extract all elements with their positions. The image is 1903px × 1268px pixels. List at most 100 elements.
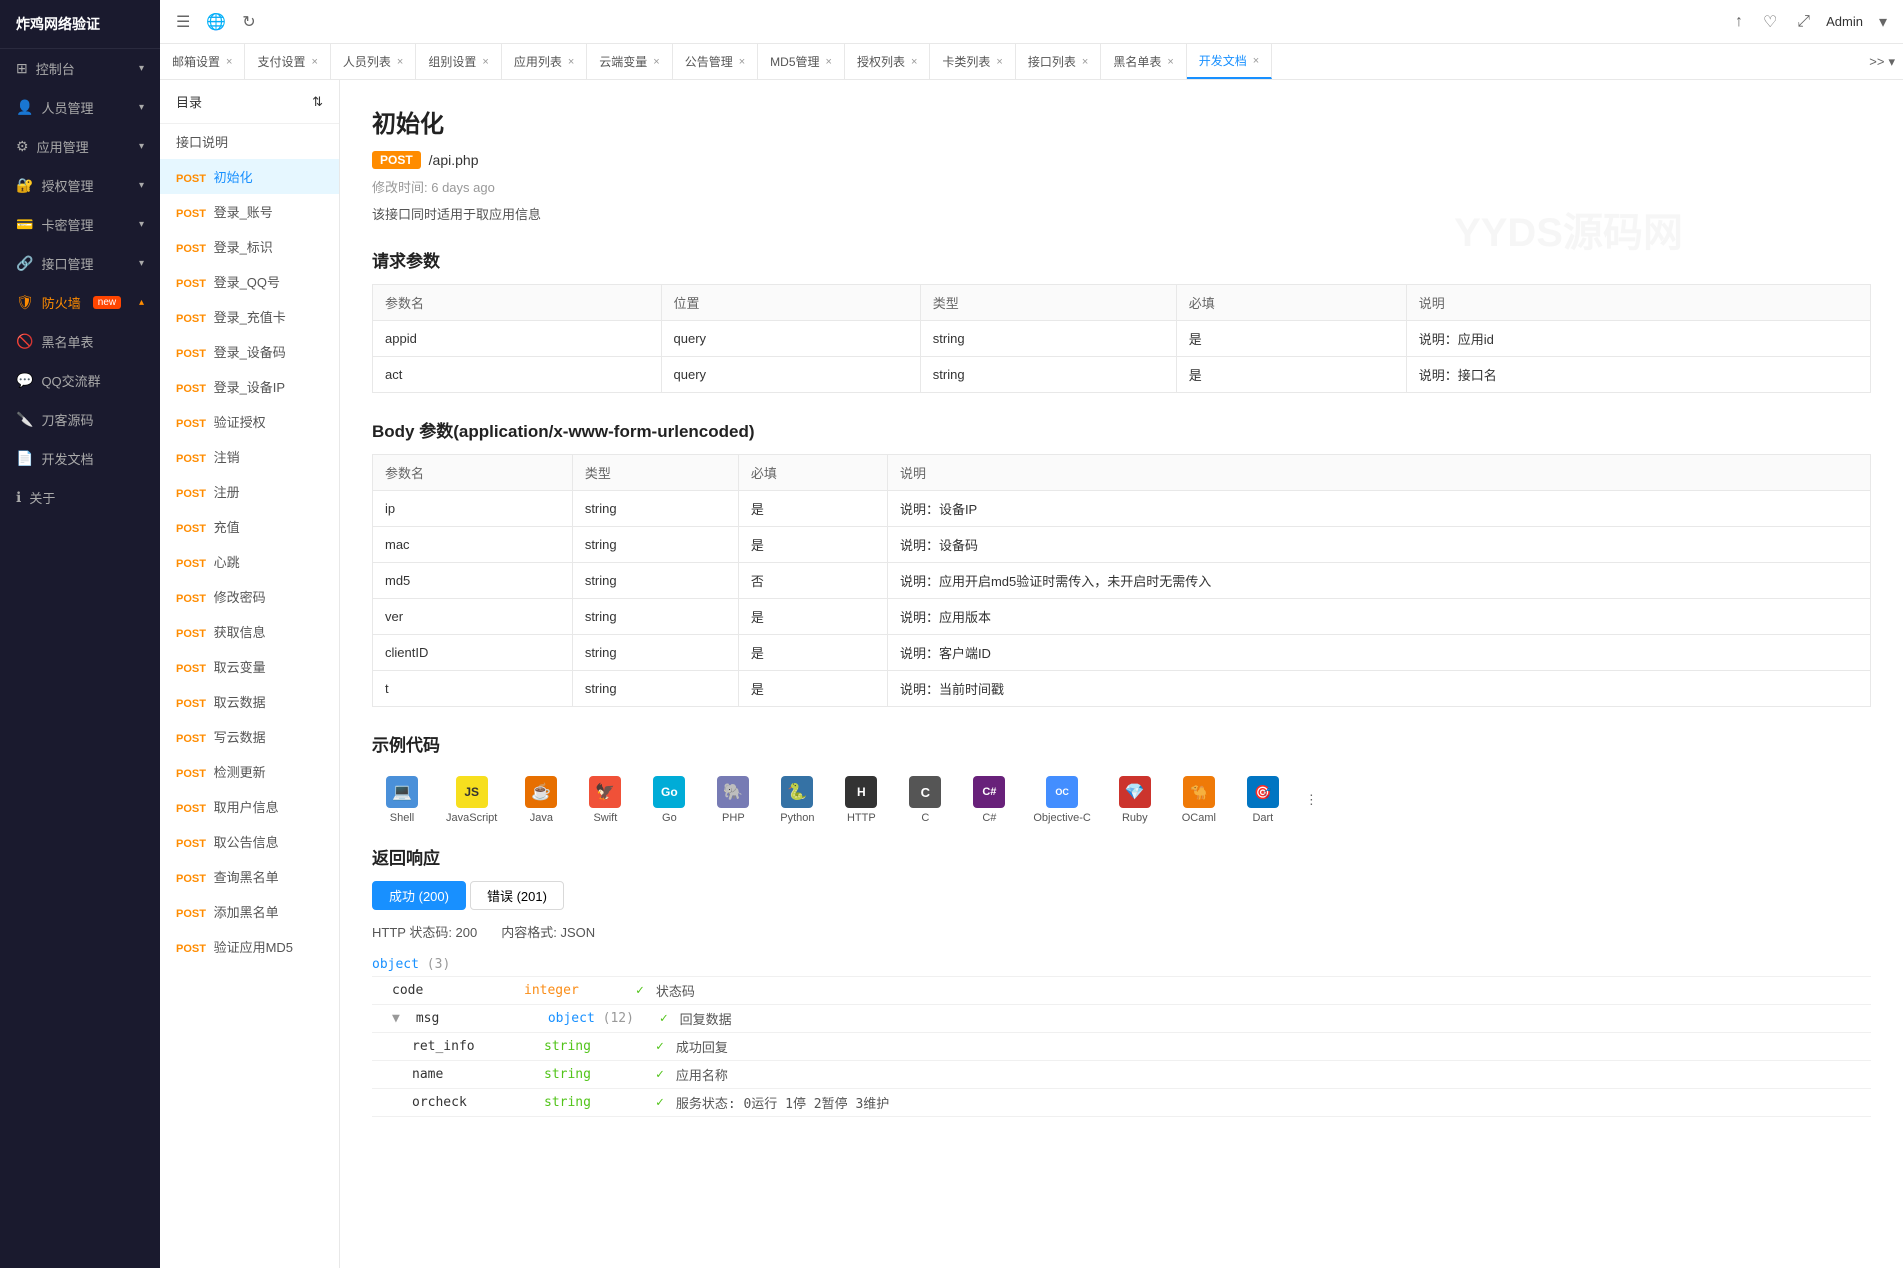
code-lang-go[interactable]: Go Go [639,768,699,832]
tab-announce[interactable]: 公告管理 × [673,44,758,79]
code-lang-objc[interactable]: OC Objective-C [1023,768,1100,832]
tab-close-announce[interactable]: × [739,56,745,68]
code-lang-dart[interactable]: 🎯 Dart [1233,768,1293,832]
doc-menu-get-user-info[interactable]: POST 取用户信息 [160,789,339,824]
doc-menu-api-desc[interactable]: 接口说明 [160,124,339,159]
field-desc: 状态码 [656,981,695,1000]
doc-menu-login-mark[interactable]: POST 登录_标识 [160,229,339,264]
bell-icon[interactable]: ♡ [1759,8,1781,36]
sidebar-item-dev-docs[interactable]: 📄 开发文档 [0,439,160,478]
param-name: clientID [373,635,573,671]
doc-menu-login-deviceip[interactable]: POST 登录_设备IP [160,369,339,404]
tab-close-blacklist2[interactable]: × [1167,56,1173,68]
sidebar-item-firewall[interactable]: 🛡 防火墙 new ▴ [0,283,160,322]
tab-close-auth[interactable]: × [911,56,917,68]
field-name: ret_info [412,1039,532,1054]
tab-email[interactable]: 邮箱设置 × [160,44,245,79]
code-lang-ruby[interactable]: 💎 Ruby [1105,768,1165,832]
code-lang-http[interactable]: H HTTP [831,768,891,832]
resp-tab-error[interactable]: 错误 (201) [470,881,564,910]
code-lang-ocaml[interactable]: 🐪 OCaml [1169,768,1229,832]
tab-close-group[interactable]: × [482,56,488,68]
sidebar-item-blacklist[interactable]: 🚫 黑名单表 [0,322,160,361]
doc-menu-login-card[interactable]: POST 登录_充值卡 [160,299,339,334]
code-lang-c[interactable]: C C [895,768,955,832]
doc-menu-query-blacklist[interactable]: POST 查询黑名单 [160,859,339,894]
more-langs-button[interactable]: ⋮ [1297,784,1326,816]
toc-icon[interactable]: ⇅ [312,94,323,110]
tab-applist[interactable]: 应用列表 × [502,44,587,79]
tab-close-email[interactable]: × [226,56,232,68]
param-name: act [373,357,662,393]
sidebar-item-user-mgmt[interactable]: 👤 人员管理 ▾ [0,88,160,127]
tab-auth[interactable]: 授权列表 × [845,44,930,79]
sidebar-item-app-mgmt[interactable]: ⚙ 应用管理 ▾ [0,127,160,166]
dropdown-icon[interactable]: ▾ [1875,8,1891,36]
tab-devdocs[interactable]: 开发文档 × [1187,44,1272,79]
sidebar-item-dashboard[interactable]: ⊞ 控制台 ▾ [0,49,160,88]
tab-md5[interactable]: MD5管理 × [758,44,845,79]
doc-menu-login-qq[interactable]: POST 登录_QQ号 [160,264,339,299]
doc-menu-login-device[interactable]: POST 登录_设备码 [160,334,339,369]
doc-menu-verify-md5[interactable]: POST 验证应用MD5 [160,929,339,964]
menu-icon[interactable]: ☰ [172,8,194,36]
doc-menu-recharge[interactable]: POST 充值 [160,509,339,544]
tab-blacklist2[interactable]: 黑名单表 × [1101,44,1186,79]
tab-close-cloudvar[interactable]: × [653,56,659,68]
doc-menu-write-cloud[interactable]: POST 写云数据 [160,719,339,754]
doc-menu-login-account[interactable]: POST 登录_账号 [160,194,339,229]
doc-menu-get-announce[interactable]: POST 取公告信息 [160,824,339,859]
code-lang-java[interactable]: ☕ Java [511,768,571,832]
tab-close-devdocs[interactable]: × [1253,55,1259,67]
sidebar-item-auth-mgmt[interactable]: 🔐 授权管理 ▾ [0,166,160,205]
doc-menu-check-update[interactable]: POST 检测更新 [160,754,339,789]
resp-tab-success[interactable]: 成功 (200) [372,881,466,910]
resp-row-orcheck: orcheck string ✓ 服务状态: 0运行 1停 2暂停 3维护 [372,1089,1871,1117]
tab-staff[interactable]: 人员列表 × [331,44,416,79]
doc-menu-init[interactable]: POST 初始化 [160,159,339,194]
lang-label: Swift [593,812,617,824]
tab-close-apilist[interactable]: × [1082,56,1088,68]
globe-icon[interactable]: 🌐 [202,8,230,36]
doc-menu-change-pwd[interactable]: POST 修改密码 [160,579,339,614]
sidebar-item-card-mgmt[interactable]: 💳 卡密管理 ▾ [0,205,160,244]
tab-cardtype[interactable]: 卡类列表 × [930,44,1015,79]
param-type: string [920,321,1176,357]
upload-icon[interactable]: ↑ [1731,9,1747,35]
admin-label[interactable]: Admin [1826,14,1863,29]
doc-menu-get-cloud[interactable]: POST 取云变量 [160,649,339,684]
tab-close-payment[interactable]: × [311,56,317,68]
collapse-toggle[interactable]: ▼ [392,1011,400,1026]
doc-menu-logout[interactable]: POST 注销 [160,439,339,474]
toc-label: 目录 [176,92,202,111]
sidebar-item-source-code[interactable]: 🔪 刀客源码 [0,400,160,439]
code-lang-swift[interactable]: 🦅 Swift [575,768,635,832]
doc-menu-get-info[interactable]: POST 获取信息 [160,614,339,649]
code-lang-shell[interactable]: 💻 Shell [372,768,432,832]
doc-menu-get-cloud-data[interactable]: POST 取云数据 [160,684,339,719]
tab-close-md5[interactable]: × [826,56,832,68]
sidebar-item-qq-group[interactable]: 💬 QQ交流群 [0,361,160,400]
sidebar-item-about[interactable]: ℹ 关于 [0,478,160,517]
code-lang-python[interactable]: 🐍 Python [767,768,827,832]
expand-icon[interactable]: ⤢ [1793,9,1814,35]
doc-menu-heartbeat[interactable]: POST 心跳 [160,544,339,579]
tab-close-applist[interactable]: × [568,56,574,68]
field-desc: 服务状态: 0运行 1停 2暂停 3维护 [676,1093,889,1112]
tab-cloudvar[interactable]: 云端变量 × [587,44,672,79]
doc-menu-verify-auth[interactable]: POST 验证授权 [160,404,339,439]
code-lang-php[interactable]: 🐘 PHP [703,768,763,832]
tabs-nav-forward[interactable]: >> [1869,54,1884,69]
tab-apilist[interactable]: 接口列表 × [1016,44,1101,79]
doc-menu-register[interactable]: POST 注册 [160,474,339,509]
code-lang-csharp[interactable]: C# C# [959,768,1019,832]
doc-menu-add-blacklist[interactable]: POST 添加黑名单 [160,894,339,929]
code-lang-javascript[interactable]: JS JavaScript [436,768,507,832]
tabs-nav-dropdown[interactable]: ▾ [1888,54,1895,70]
tab-group[interactable]: 组别设置 × [416,44,501,79]
sidebar-item-api-mgmt[interactable]: 🔗 接口管理 ▾ [0,244,160,283]
tab-payment[interactable]: 支付设置 × [245,44,330,79]
tab-close-cardtype[interactable]: × [996,56,1002,68]
refresh-icon[interactable]: ↻ [238,8,259,36]
tab-close-staff[interactable]: × [397,56,403,68]
